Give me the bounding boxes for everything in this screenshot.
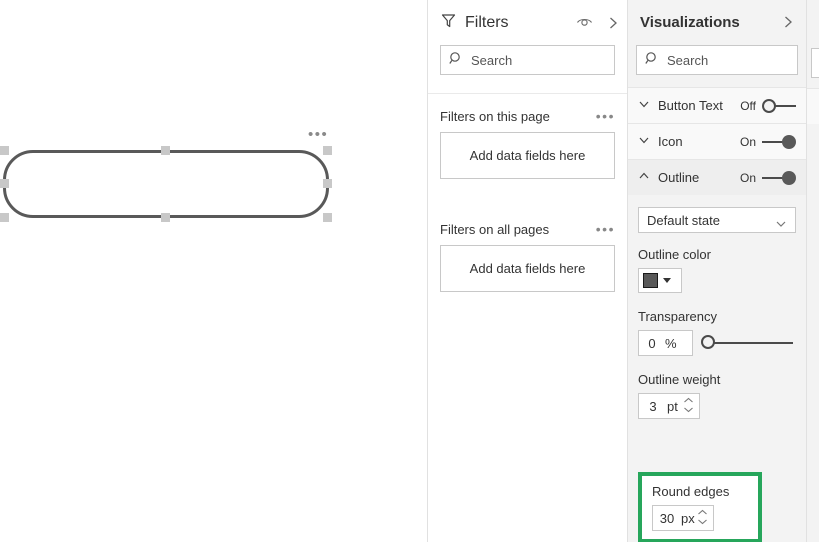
visualizations-pane-header: Visualizations — [628, 0, 806, 45]
button-text-toggle[interactable] — [762, 99, 796, 113]
chevron-right-icon[interactable] — [607, 16, 619, 30]
resize-handle-bottom-right[interactable] — [323, 213, 332, 222]
adjacent-pane-row-edge — [807, 88, 819, 124]
filter-group-label: Filters on this page — [440, 108, 550, 124]
search-icon — [449, 51, 463, 70]
card-label: Icon — [658, 134, 683, 149]
button-shape-outline[interactable] — [3, 150, 329, 218]
report-canvas[interactable]: ••• — [0, 0, 428, 542]
filter-dropzone-all-pages[interactable]: Add data fields here — [440, 245, 615, 292]
power-bi-report-editor: ••• Filters Search Filters on this page … — [0, 0, 819, 542]
round-edges-unit: px — [681, 510, 695, 526]
visualizations-pane: Visualizations Search Button Text Off Ic… — [628, 0, 807, 542]
icon-toggle[interactable] — [762, 135, 796, 149]
card-label: Outline — [658, 170, 700, 185]
round-edges-label: Round edges — [652, 484, 730, 499]
outline-color-label: Outline color — [638, 247, 711, 262]
filters-divider — [428, 93, 627, 94]
outline-state-dropdown[interactable]: Default state — [638, 207, 796, 233]
stepper-arrows-icon[interactable] — [683, 397, 694, 413]
color-swatch — [643, 273, 658, 288]
outline-toggle[interactable] — [762, 171, 796, 185]
round-edges-highlight: Round edges 30 px — [638, 472, 762, 542]
filter-group-more-icon[interactable]: ••• — [596, 109, 615, 123]
filters-search-placeholder: Search — [471, 52, 513, 68]
format-card-button-text[interactable]: Button Text Off — [628, 87, 806, 123]
visualizations-title: Visualizations — [640, 14, 740, 31]
resize-handle-middle-left[interactable] — [0, 179, 9, 188]
search-icon — [645, 51, 659, 70]
filter-group-this-page: Filters on this page ••• Add data fields… — [428, 100, 627, 179]
filters-pane-header: Filters — [428, 0, 627, 45]
outline-weight-label: Outline weight — [638, 372, 721, 387]
resize-handle-top-left[interactable] — [0, 146, 9, 155]
outline-settings-body: Default state Outline color Transparency… — [628, 195, 806, 542]
caret-down-icon[interactable] — [663, 278, 671, 283]
transparency-input[interactable]: 0 % — [638, 330, 693, 356]
filter-group-label: Filters on all pages — [440, 221, 550, 237]
filter-group-more-icon[interactable]: ••• — [596, 222, 615, 236]
resize-handle-top-center[interactable] — [161, 146, 170, 155]
toggle-state-label: On — [739, 135, 756, 149]
outline-weight-stepper[interactable]: 3 pt — [638, 393, 700, 419]
transparency-value: 0 — [648, 335, 656, 351]
adjacent-pane-search-edge — [811, 48, 819, 78]
resize-handle-middle-right[interactable] — [323, 179, 332, 188]
chevron-down-icon — [775, 216, 787, 234]
outline-state-value: Default state — [647, 212, 720, 228]
resize-handle-bottom-left[interactable] — [0, 213, 9, 222]
chevron-up-icon[interactable] — [638, 169, 650, 187]
resize-handle-bottom-center[interactable] — [161, 213, 170, 222]
outline-weight-unit: pt — [667, 398, 678, 414]
transparency-label: Transparency — [638, 309, 717, 324]
selected-button-visual[interactable] — [0, 146, 332, 222]
chevron-down-icon[interactable] — [638, 97, 650, 115]
eye-icon[interactable] — [576, 16, 593, 29]
chevron-down-icon[interactable] — [638, 133, 650, 151]
toggle-state-label: On — [739, 171, 756, 185]
format-card-icon[interactable]: Icon On — [628, 123, 806, 159]
round-edges-stepper[interactable]: 30 px — [652, 505, 714, 531]
toggle-state-label: Off — [740, 99, 756, 113]
transparency-slider[interactable] — [701, 335, 793, 351]
format-card-outline[interactable]: Outline On — [628, 159, 806, 195]
adjacent-pane-sliver — [807, 0, 819, 542]
filters-search-input[interactable]: Search — [440, 45, 615, 75]
round-edges-value: 30 — [659, 510, 675, 526]
filters-title: Filters — [465, 13, 509, 31]
filter-dropzone-this-page[interactable]: Add data fields here — [440, 132, 615, 179]
chevron-right-icon[interactable] — [782, 15, 794, 34]
stepper-arrows-icon[interactable] — [697, 509, 708, 525]
card-label: Button Text — [658, 98, 723, 113]
filter-group-all-pages: Filters on all pages ••• Add data fields… — [428, 213, 627, 292]
resize-handle-top-right[interactable] — [323, 146, 332, 155]
transparency-unit: % — [665, 335, 677, 351]
outline-weight-value: 3 — [649, 398, 657, 414]
outline-color-picker[interactable] — [638, 268, 682, 293]
visualizations-search-input[interactable]: Search — [636, 45, 798, 75]
shape-more-options-icon[interactable]: ••• — [308, 127, 328, 142]
visualizations-search-placeholder: Search — [667, 52, 709, 68]
funnel-icon — [440, 12, 457, 34]
filters-pane: Filters Search Filters on this page ••• … — [428, 0, 628, 542]
